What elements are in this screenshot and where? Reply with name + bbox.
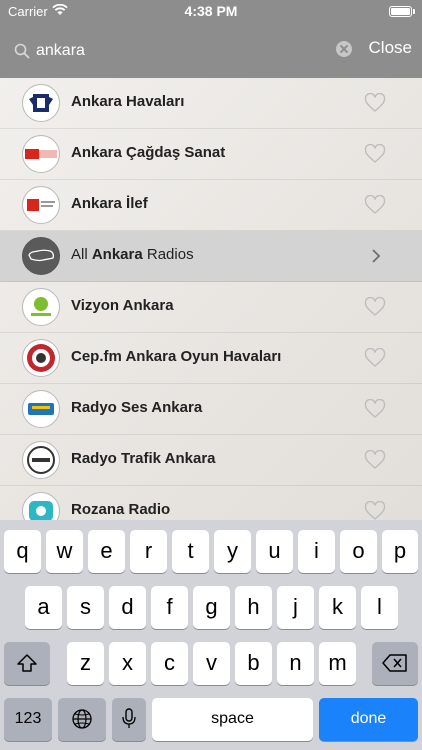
- radio-logo-trafik: [22, 441, 60, 479]
- backspace-icon: [382, 654, 407, 672]
- key-k[interactable]: k: [319, 586, 356, 629]
- search-bar: Close: [0, 26, 422, 78]
- key-v[interactable]: v: [193, 642, 230, 685]
- list-item-label: Radyo Ses Ankara: [71, 399, 203, 416]
- key-s[interactable]: s: [67, 586, 104, 629]
- search-icon: [14, 43, 30, 59]
- key-x[interactable]: x: [109, 642, 146, 685]
- key-d[interactable]: d: [109, 586, 146, 629]
- heart-icon[interactable]: [364, 195, 386, 215]
- list-item[interactable]: Ankara Havaları: [0, 78, 422, 129]
- radio-logo-rozana: [22, 492, 60, 520]
- shift-key[interactable]: [4, 642, 50, 685]
- heart-icon[interactable]: [364, 501, 386, 520]
- heart-icon[interactable]: [364, 348, 386, 368]
- key-p[interactable]: p: [382, 530, 418, 573]
- list-item-label: Radyo Trafik Ankara: [71, 450, 216, 467]
- list-item[interactable]: Radyo Trafik Ankara: [0, 435, 422, 486]
- dictation-key[interactable]: [112, 698, 146, 741]
- list-item-label: Cep.fm Ankara Oyun Havaları: [71, 348, 282, 365]
- key-b[interactable]: b: [235, 642, 272, 685]
- list-item[interactable]: Rozana Radio: [0, 486, 422, 520]
- list-item[interactable]: Radyo Ses Ankara: [0, 384, 422, 435]
- list-item-label: All Ankara Radios: [71, 246, 194, 263]
- all-ankara-radios-row[interactable]: All Ankara Radios: [0, 231, 422, 282]
- result-list: Ankara Havaları Ankara Çağdaş Sanat Anka…: [0, 78, 422, 520]
- list-item-label: Ankara Havaları: [71, 93, 185, 110]
- radio-logo-ilef: [22, 186, 60, 224]
- status-time: 4:38 PM: [184, 3, 238, 19]
- key-e[interactable]: e: [88, 530, 125, 573]
- key-t[interactable]: t: [172, 530, 209, 573]
- key-q[interactable]: q: [4, 530, 41, 573]
- key-y[interactable]: y: [214, 530, 251, 573]
- key-j[interactable]: j: [277, 586, 314, 629]
- key-u[interactable]: u: [256, 530, 293, 573]
- numbers-key[interactable]: 123: [4, 698, 52, 741]
- key-z[interactable]: z: [67, 642, 104, 685]
- chevron-right-icon: [372, 249, 381, 263]
- heart-icon[interactable]: [364, 144, 386, 164]
- key-l[interactable]: l: [361, 586, 398, 629]
- key-n[interactable]: n: [277, 642, 314, 685]
- clear-search-icon[interactable]: [336, 41, 352, 57]
- list-item-label: Rozana Radio: [71, 501, 171, 518]
- microphone-icon: [122, 708, 136, 728]
- key-a[interactable]: a: [25, 586, 62, 629]
- shift-icon: [17, 654, 37, 672]
- list-item[interactable]: Ankara İlef: [0, 180, 422, 231]
- delete-key[interactable]: [372, 642, 418, 685]
- list-item-label: Ankara Çağdaş Sanat: [71, 144, 226, 161]
- key-r[interactable]: r: [130, 530, 167, 573]
- radio-logo-vizyon: [22, 288, 60, 326]
- key-c[interactable]: c: [151, 642, 188, 685]
- key-g[interactable]: g: [193, 586, 230, 629]
- battery-icon: [389, 6, 415, 17]
- list-item[interactable]: Vizyon Ankara: [0, 282, 422, 333]
- done-key[interactable]: done: [319, 698, 418, 741]
- list-item[interactable]: Ankara Çağdaş Sanat: [0, 129, 422, 180]
- status-bar: Carrier 4:38 PM: [0, 0, 422, 26]
- map-icon: [22, 237, 60, 275]
- key-o[interactable]: o: [340, 530, 377, 573]
- space-key[interactable]: space: [152, 698, 313, 741]
- key-h[interactable]: h: [235, 586, 272, 629]
- heart-icon[interactable]: [364, 399, 386, 419]
- list-item-label: Ankara İlef: [71, 195, 148, 212]
- list-item[interactable]: Cep.fm Ankara Oyun Havaları: [0, 333, 422, 384]
- globe-key[interactable]: [58, 698, 106, 741]
- close-button[interactable]: Close: [369, 38, 412, 58]
- globe-icon: [72, 709, 92, 729]
- list-item-label: Vizyon Ankara: [71, 297, 174, 314]
- search-input[interactable]: [36, 39, 316, 63]
- key-w[interactable]: w: [46, 530, 83, 573]
- key-i[interactable]: i: [298, 530, 335, 573]
- heart-icon[interactable]: [364, 297, 386, 317]
- heart-icon[interactable]: [364, 93, 386, 113]
- radio-logo-havalari: [22, 84, 60, 122]
- radio-logo-ses: [22, 390, 60, 428]
- heart-icon[interactable]: [364, 450, 386, 470]
- radio-logo-cagdas: [22, 135, 60, 173]
- key-m[interactable]: m: [319, 642, 356, 685]
- key-f[interactable]: f: [151, 586, 188, 629]
- radio-logo-cepfm: [22, 339, 60, 377]
- keyboard: q w e r t y u i o p a s d f g h j k l z …: [0, 520, 422, 750]
